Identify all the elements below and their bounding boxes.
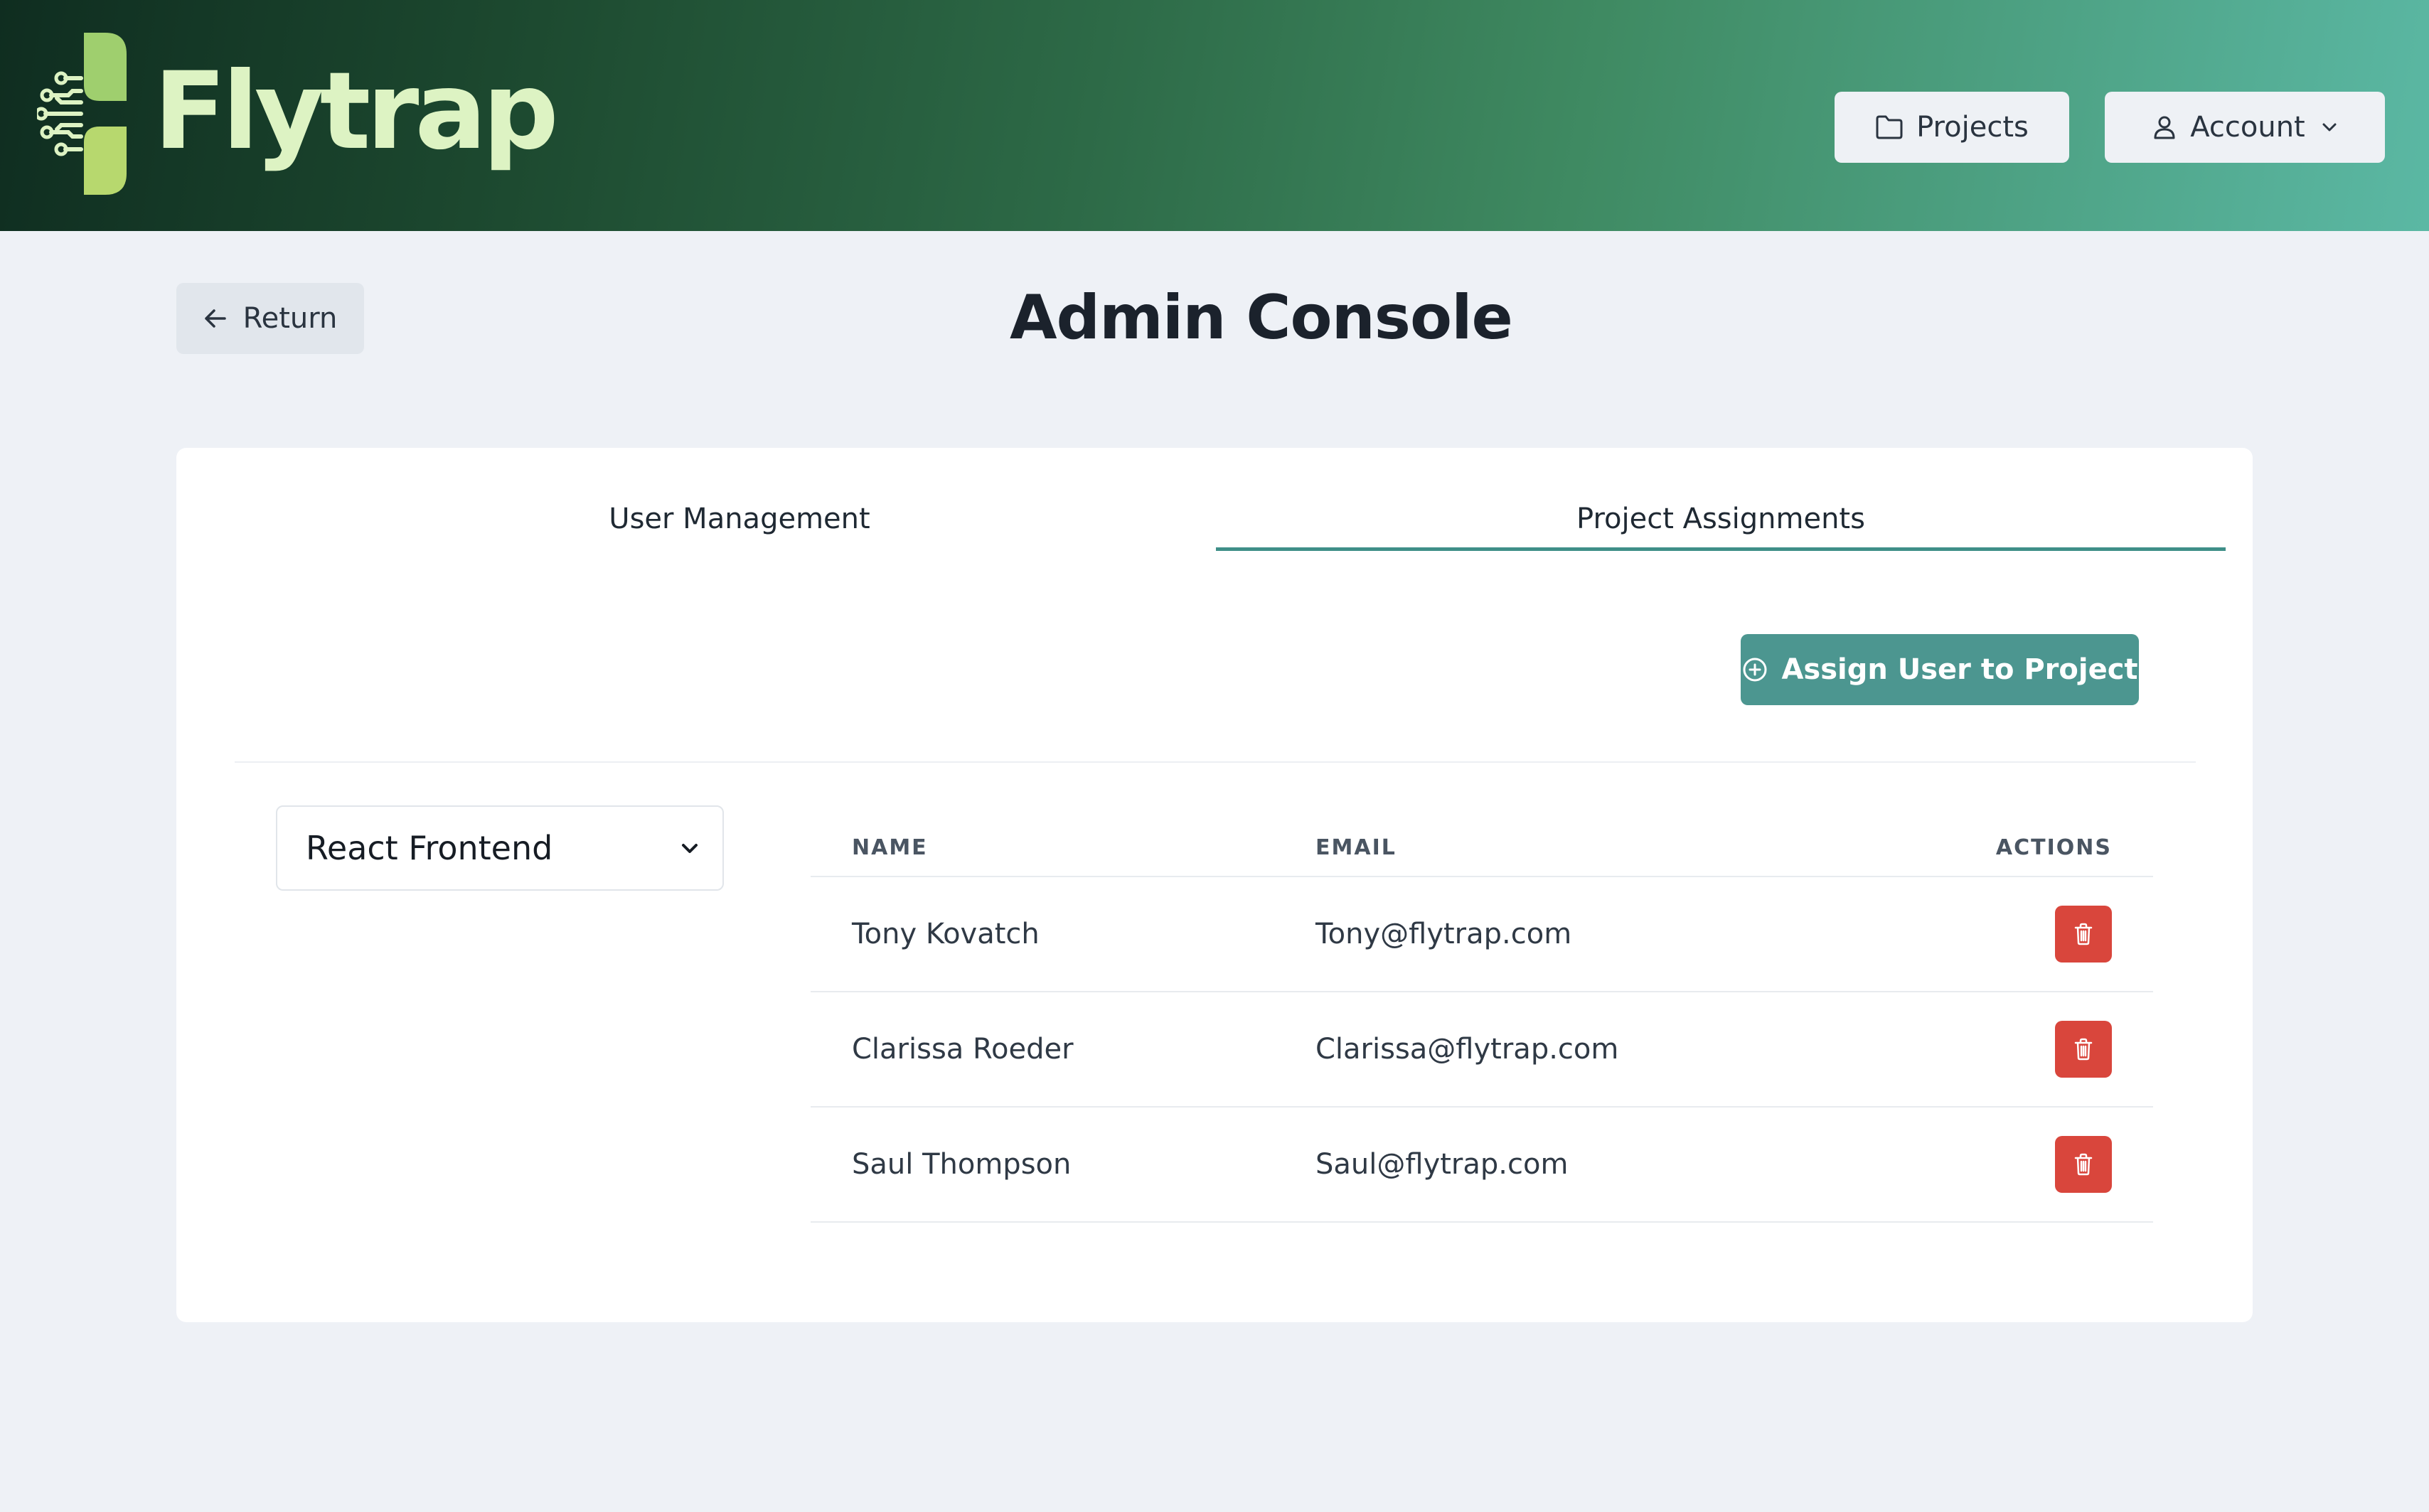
admin-card: User Management Project Assignments Assi… [176, 448, 2253, 1322]
divider [235, 761, 2196, 763]
column-header-actions: ACTIONS [1995, 835, 2112, 860]
user-name-cell: Clarissa Roeder [852, 1033, 1074, 1066]
return-button[interactable]: Return [176, 283, 364, 354]
tab-user-management[interactable]: User Management [235, 490, 1244, 547]
account-button-label: Account [2190, 111, 2305, 144]
trash-icon [2074, 1153, 2093, 1176]
delete-assignment-button[interactable] [2055, 1136, 2112, 1193]
column-header-name: NAME [852, 835, 928, 860]
assign-button-label: Assign User to Project [1781, 653, 2138, 686]
user-email-cell: Saul@flytrap.com [1315, 1148, 1569, 1181]
delete-assignment-button[interactable] [2055, 906, 2112, 963]
chevron-down-icon [680, 842, 700, 854]
user-icon [2152, 114, 2177, 140]
app-header: Flytrap Projects Account [0, 0, 2429, 231]
assignments-table: NAME EMAIL ACTIONS Tony Kovatch Tony@fly… [811, 819, 2153, 1223]
user-name-cell: Saul Thompson [852, 1148, 1072, 1181]
logo[interactable]: Flytrap [37, 31, 559, 196]
arrow-left-icon [203, 308, 228, 329]
user-name-cell: Tony Kovatch [852, 918, 1040, 950]
user-email-cell: Tony@flytrap.com [1315, 918, 1572, 950]
user-email-cell: Clarissa@flytrap.com [1315, 1033, 1619, 1066]
tab-project-assignments[interactable]: Project Assignments [1216, 490, 2226, 551]
account-menu-button[interactable]: Account [2105, 92, 2385, 163]
assign-user-to-project-button[interactable]: Assign User to Project [1741, 634, 2139, 705]
page-title: Admin Console [1010, 282, 1513, 353]
folder-icon [1875, 114, 1904, 140]
flytrap-logo-icon [37, 33, 127, 195]
return-button-label: Return [242, 302, 338, 335]
column-header-email: EMAIL [1315, 835, 1397, 860]
table-row: Clarissa Roeder Clarissa@flytrap.com [811, 992, 2153, 1108]
projects-button-label: Projects [1916, 111, 2029, 144]
project-select-value: React Frontend [306, 829, 553, 867]
plus-circle-icon [1741, 656, 1768, 683]
delete-assignment-button[interactable] [2055, 1021, 2112, 1078]
trash-icon [2074, 1038, 2093, 1061]
table-row: Tony Kovatch Tony@flytrap.com [811, 877, 2153, 992]
trash-icon [2074, 923, 2093, 945]
project-select[interactable]: React Frontend [276, 805, 724, 891]
logo-text: Flytrap [154, 50, 559, 173]
table-row: Saul Thompson Saul@flytrap.com [811, 1108, 2153, 1223]
projects-button[interactable]: Projects [1835, 92, 2069, 163]
chevron-down-icon [2321, 122, 2338, 133]
table-header: NAME EMAIL ACTIONS [811, 819, 2153, 877]
